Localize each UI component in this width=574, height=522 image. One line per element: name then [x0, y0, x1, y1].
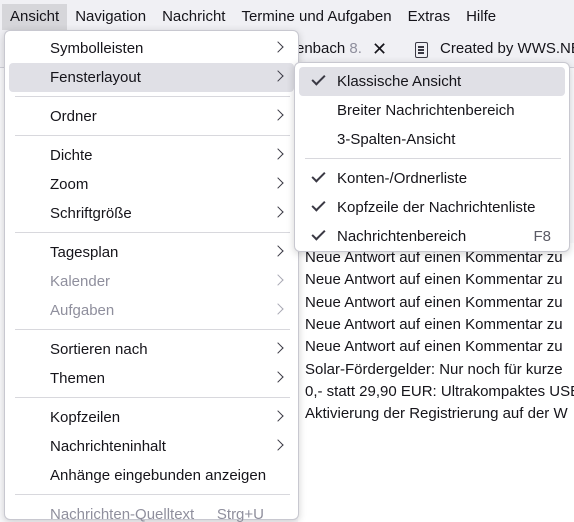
chevron-right-icon: [272, 410, 284, 422]
menu-separator: [15, 494, 290, 495]
menu-item-label: Ordner: [50, 108, 97, 125]
checkmark-icon: [311, 168, 326, 183]
chevron-right-icon: [272, 41, 284, 53]
menu-item-kalender: Kalender: [9, 267, 294, 296]
menu-shortcut: Strg+U: [216, 506, 264, 522]
submenu-separator: [305, 158, 561, 159]
menubar-extras[interactable]: Extras: [400, 4, 459, 30]
menu-item-label: Nachrichten-Quelltext: [50, 506, 195, 522]
view-menu: Symbolleisten Fensterlayout Ordner Dichte Zo…: [4, 30, 299, 522]
menu-item-label: Schriftgröße: [50, 205, 132, 222]
submenu-item-label: Breiter Nachrichtenbereich: [337, 102, 515, 119]
menu-separator: [15, 232, 290, 233]
chevron-right-icon: [272, 148, 284, 160]
chevron-right-icon: [272, 245, 284, 257]
menu-item-aufgaben: Aufgaben: [9, 296, 294, 325]
menu-item-label: Tagesplan: [50, 244, 119, 261]
message-row[interactable]: 0,- statt 29,90 EUR: Ultrakompaktes USE: [305, 381, 574, 403]
message-row[interactable]: Solar-Fördergelder: Nur noch für kurze: [305, 359, 563, 381]
menu-separator: [15, 397, 290, 398]
tab-title-partial[interactable]: enbach 8.: [296, 40, 362, 57]
menu-item-tagesplan[interactable]: Tagesplan: [9, 238, 294, 267]
tab-title-second[interactable]: Created by WWS.NE: [440, 40, 574, 57]
menu-separator: [15, 135, 290, 136]
submenu-item-label: Konten-/Ordnerliste: [337, 170, 468, 187]
menubar-termine-aufgaben[interactable]: Termine und Aufgaben: [233, 4, 399, 30]
menu-item-nachrichteninhalt[interactable]: Nachrichteninhalt: [9, 432, 294, 461]
menubar-nachricht[interactable]: Nachricht: [154, 4, 233, 30]
chevron-right-icon: [272, 371, 284, 383]
submenu-item-label: 3-Spalten-Ansicht: [337, 131, 456, 148]
tab-title-suffix: 8.: [345, 40, 362, 57]
menu-item-fensterlayout[interactable]: Fensterlayout: [9, 63, 294, 92]
submenu-item-label: Nachrichtenbereich: [337, 228, 467, 245]
menu-separator: [15, 96, 290, 97]
submenu-item-nachrichtenbereich[interactable]: Nachrichtenbereich F8: [299, 222, 565, 251]
message-row[interactable]: Neue Antwort auf einen Kommentar zu: [305, 269, 563, 291]
menubar-navigation[interactable]: Navigation: [67, 4, 154, 30]
submenu-item-label: Klassische Ansicht: [337, 73, 462, 90]
submenu-item-3-spalten-ansicht[interactable]: 3-Spalten-Ansicht: [299, 125, 565, 154]
chevron-right-icon: [272, 439, 284, 451]
menu-item-label: Anhänge eingebunden anzeigen: [50, 467, 267, 484]
menu-item-label: Symbolleisten: [50, 40, 144, 57]
tab-title-text: enbach: [296, 40, 346, 57]
checkmark-icon: [311, 197, 326, 212]
menu-item-label: Kopfzeilen: [50, 409, 121, 426]
menu-item-kopfzeilen[interactable]: Kopfzeilen: [9, 403, 294, 432]
submenu-item-kopfzeile-der-nachrichtenliste[interactable]: Kopfzeile der Nachrichtenliste: [299, 193, 565, 222]
menu-item-label: Kalender: [50, 273, 111, 290]
message-list: Neue Antwort auf einen Kommentar zu Neue …: [298, 243, 574, 522]
chevron-right-icon: [272, 303, 284, 315]
menu-item-symbolleisten[interactable]: Symbolleisten: [9, 34, 294, 63]
menubar-hilfe[interactable]: Hilfe: [458, 4, 504, 30]
submenu-item-konten-ordnerliste[interactable]: Konten-/Ordnerliste: [299, 164, 565, 193]
chevron-right-icon: [272, 109, 284, 121]
message-row[interactable]: Neue Antwort auf einen Kommentar zu: [305, 336, 563, 358]
submenu-item-label: Kopfzeile der Nachrichtenliste: [337, 199, 536, 216]
menu-item-nachrichten-quelltext: Nachrichten-Quelltext Strg+U: [9, 500, 294, 522]
menu-item-label: Nachrichteninhalt: [50, 438, 166, 455]
window-layout-submenu: Klassische Ansicht Breiter Nachrichtenber…: [294, 62, 570, 252]
tab-close-icon[interactable]: ✕: [372, 39, 387, 60]
menu-separator: [15, 329, 290, 330]
menu-item-schriftgröße[interactable]: Schriftgröße: [9, 199, 294, 228]
chevron-right-icon: [272, 177, 284, 189]
chevron-right-icon: [272, 70, 284, 82]
chevron-right-icon: [272, 342, 284, 354]
submenu-shortcut: F8: [533, 228, 551, 245]
message-row[interactable]: Aktivierung der Registrierung auf der W: [305, 403, 568, 425]
menu-item-label: Dichte: [50, 147, 93, 164]
menu-item-zoom[interactable]: Zoom: [9, 170, 294, 199]
menu-item-themen[interactable]: Themen: [9, 364, 294, 393]
menu-item-label: Aufgaben: [50, 302, 115, 319]
chevron-right-icon: [272, 206, 284, 218]
document-icon: [415, 42, 428, 58]
menu-item-dichte[interactable]: Dichte: [9, 141, 294, 170]
checkmark-icon: [311, 226, 326, 241]
message-row[interactable]: Neue Antwort auf einen Kommentar zu: [305, 314, 563, 336]
menu-item-label: Sortieren nach: [50, 341, 148, 358]
message-row[interactable]: Neue Antwort auf einen Kommentar zu: [305, 292, 563, 314]
menu-item-sortieren-nach[interactable]: Sortieren nach: [9, 335, 294, 364]
menubar-ansicht[interactable]: Ansicht: [2, 3, 68, 30]
menu-item-label: Themen: [50, 370, 106, 387]
checkmark-icon: [311, 71, 326, 86]
menubar: Ansicht Navigation Nachricht Termine und Au…: [0, 0, 574, 33]
submenu-item-breiter-nachrichtenbereich[interactable]: Breiter Nachrichtenbereich: [299, 96, 565, 125]
menu-item-label: Zoom: [50, 176, 89, 193]
menu-item-ordner[interactable]: Ordner: [9, 102, 294, 131]
submenu-item-klassische-ansicht[interactable]: Klassische Ansicht: [299, 67, 565, 96]
menu-item-label: Fensterlayout: [50, 69, 141, 86]
menu-item-anhänge-eingebunden-anzeigen[interactable]: Anhänge eingebunden anzeigen: [9, 461, 294, 490]
chevron-right-icon: [272, 274, 284, 286]
